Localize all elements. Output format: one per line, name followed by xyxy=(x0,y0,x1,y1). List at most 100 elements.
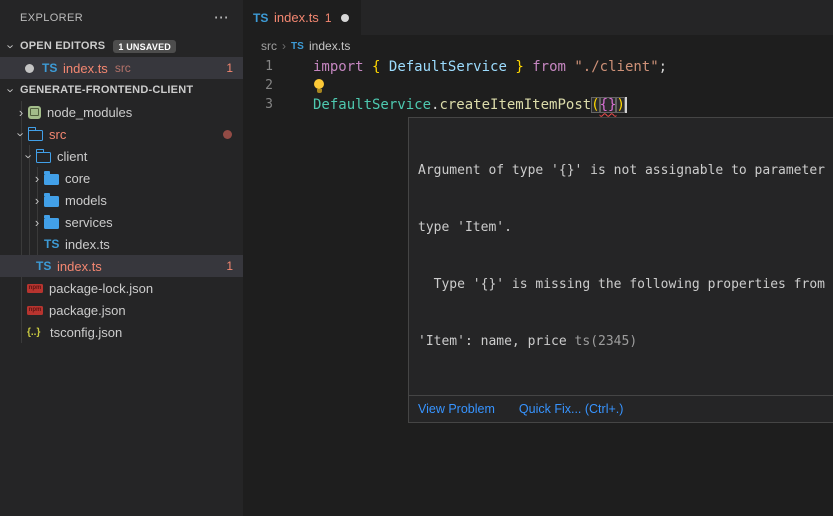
tree-item-client-index-ts[interactable]: TS index.ts xyxy=(0,233,243,255)
chevron-down-icon[interactable]: › xyxy=(15,127,28,141)
error-count-badge: 1 xyxy=(226,259,233,273)
breadcrumb: src › TS index.ts xyxy=(243,35,833,57)
error-hover-widget: Argument of type '{}' is not assignable … xyxy=(408,117,833,423)
tree-item-package-json[interactable]: npm package.json xyxy=(0,299,243,321)
folder-open-icon xyxy=(36,152,51,163)
chevron-down-icon[interactable]: › xyxy=(5,39,18,53)
lightbulb-icon[interactable] xyxy=(313,78,325,93)
code-token: import xyxy=(313,59,364,75)
line-number: 3 xyxy=(243,97,273,112)
tab-filename: index.ts xyxy=(274,10,319,25)
chevron-right-icon[interactable]: › xyxy=(14,106,28,119)
code-token-bracket-match: ( xyxy=(591,97,599,113)
code-token: from xyxy=(532,59,566,75)
chevron-right-icon[interactable]: › xyxy=(30,172,44,185)
breadcrumb-file[interactable]: index.ts xyxy=(309,39,350,53)
tree-item-label: tsconfig.json xyxy=(50,325,122,340)
chevron-down-icon[interactable]: › xyxy=(23,149,36,163)
code-token: . xyxy=(431,97,439,113)
npm-file-icon: npm xyxy=(27,306,43,315)
unsaved-badge: 1 UNSAVED xyxy=(113,40,176,53)
folder-icon xyxy=(44,196,59,207)
hover-message-line: type 'Item'. xyxy=(418,218,833,237)
tab-modified-dot-icon[interactable] xyxy=(341,14,349,22)
breadcrumb-folder[interactable]: src xyxy=(261,39,277,53)
open-editors-label: OPEN EDITORS xyxy=(20,40,105,52)
line-number: 2 xyxy=(243,78,273,93)
chevron-right-icon: › xyxy=(282,39,286,53)
json-file-icon: {..} xyxy=(27,327,44,338)
workspace-section-header[interactable]: › GENERATE-FRONTEND-CLIENT xyxy=(0,79,243,101)
code-line-3: 3 DefaultService . createItemItemPost ( … xyxy=(243,95,833,114)
tree-item-label: models xyxy=(65,193,107,208)
code-line-2: 2 xyxy=(243,76,833,95)
folder-open-icon xyxy=(28,130,43,141)
tree-item-models[interactable]: › models xyxy=(0,189,243,211)
chevron-right-icon[interactable]: › xyxy=(30,216,44,229)
code-token: ; xyxy=(659,59,667,75)
tree-item-label: index.ts xyxy=(57,259,102,274)
tree-item-src-index-ts[interactable]: TS index.ts 1 xyxy=(0,255,243,277)
more-actions-icon[interactable]: ⋯ xyxy=(214,10,229,25)
text-cursor xyxy=(625,97,627,113)
diagnostic-source: ts(2345) xyxy=(575,334,638,349)
code-token xyxy=(566,59,574,75)
tree-item-label: node_modules xyxy=(47,105,132,120)
hover-action-bar: View Problem Quick Fix... (Ctrl+.) xyxy=(409,395,833,422)
npm-file-icon: npm xyxy=(27,284,43,293)
hover-message-text: 'Item': name, price xyxy=(418,334,567,349)
hover-message-line: Argument of type '{}' is not assignable … xyxy=(418,161,833,180)
vscode-workbench: EXPLORER ⋯ › OPEN EDITORS 1 UNSAVED TS i… xyxy=(0,0,833,516)
chevron-down-icon[interactable]: › xyxy=(5,83,18,97)
code-token: DefaultService xyxy=(389,59,507,75)
explorer-header: EXPLORER ⋯ xyxy=(0,0,243,35)
open-editors-section-header[interactable]: › OPEN EDITORS 1 UNSAVED xyxy=(0,35,243,57)
tab-index-ts[interactable]: TS index.ts 1 xyxy=(243,0,361,35)
tree-item-core[interactable]: › core xyxy=(0,167,243,189)
tree-item-services[interactable]: › services xyxy=(0,211,243,233)
chevron-right-icon[interactable]: › xyxy=(30,194,44,207)
code-token: } xyxy=(515,59,523,75)
tree-item-label: src xyxy=(49,127,66,142)
code-editor[interactable]: 1 import { DefaultService } from "./clie… xyxy=(243,57,833,114)
tree-item-label: package-lock.json xyxy=(49,281,153,296)
code-token: createItemItemPost xyxy=(439,97,591,113)
tree-item-package-lock-json[interactable]: npm package-lock.json xyxy=(0,277,243,299)
folder-icon xyxy=(44,174,59,185)
error-dot-badge xyxy=(223,130,232,139)
code-token: DefaultService xyxy=(313,97,431,113)
tree-item-label: index.ts xyxy=(65,237,110,252)
typescript-file-icon: TS xyxy=(253,11,270,25)
tree-item-label: package.json xyxy=(49,303,126,318)
open-editor-description: src xyxy=(115,61,131,75)
modified-dot-icon[interactable] xyxy=(25,64,34,73)
tree-item-tsconfig-json[interactable]: {..} tsconfig.json xyxy=(0,321,243,343)
tree-item-label: core xyxy=(65,171,90,186)
code-token-error-braces: {} xyxy=(600,97,617,113)
line-number: 1 xyxy=(243,59,273,74)
code-token xyxy=(380,59,388,75)
code-line-1: 1 import { DefaultService } from "./clie… xyxy=(243,57,833,76)
open-editor-item-index-ts[interactable]: TS index.ts src 1 xyxy=(0,57,243,79)
code-token: "./client" xyxy=(574,59,658,75)
open-editor-filename: index.ts xyxy=(63,61,108,76)
tree-item-label: services xyxy=(65,215,113,230)
view-problem-link[interactable]: View Problem xyxy=(418,402,495,416)
hover-message-line: Type '{}' is missing the following prope… xyxy=(418,275,833,294)
code-token xyxy=(524,59,532,75)
code-token-bracket-match: ) xyxy=(616,97,624,113)
explorer-title: EXPLORER xyxy=(20,12,214,24)
tree-item-src[interactable]: › src xyxy=(0,123,243,145)
quick-fix-link[interactable]: Quick Fix... (Ctrl+.) xyxy=(519,402,624,416)
folder-icon xyxy=(44,218,59,229)
code-token xyxy=(507,59,515,75)
code-token: { xyxy=(372,59,380,75)
node-modules-folder-icon xyxy=(28,106,41,119)
tab-bar: TS index.ts 1 xyxy=(243,0,833,35)
tree-item-label: client xyxy=(57,149,87,164)
explorer-sidebar: EXPLORER ⋯ › OPEN EDITORS 1 UNSAVED TS i… xyxy=(0,0,243,516)
tree-item-node-modules[interactable]: › node_modules xyxy=(0,101,243,123)
typescript-file-icon: TS xyxy=(36,259,53,273)
hover-message: Argument of type '{}' is not assignable … xyxy=(409,118,833,395)
tree-item-client[interactable]: › client xyxy=(0,145,243,167)
